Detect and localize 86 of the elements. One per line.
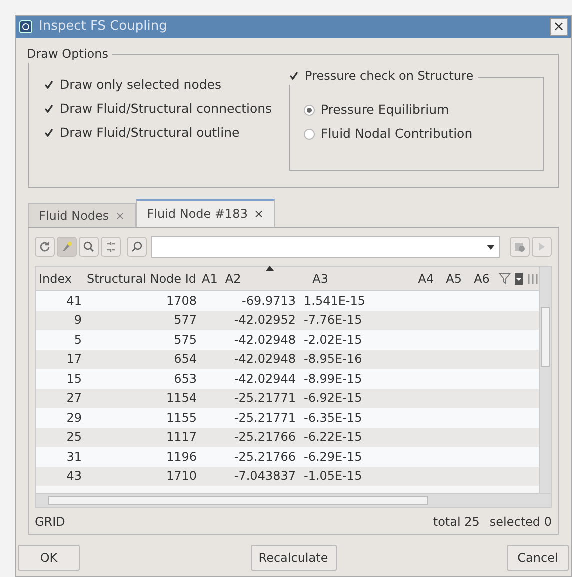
dialog-button[interactable]: Recalculate (250, 545, 336, 571)
table-cell-text: 1196 (165, 448, 198, 466)
selected-count: selected 0 (490, 514, 552, 531)
table-cell-text: 575 (173, 332, 198, 349)
table-cell-text: -25.21766 (233, 448, 297, 466)
table-cell-text: 1117 (165, 429, 198, 446)
radio-label[interactable]: Fluid Nodal Contribution (321, 124, 473, 144)
table-cell-text: 43 (66, 468, 83, 486)
tab-label[interactable]: Fluid Nodes (39, 206, 110, 224)
search-field[interactable] (151, 236, 500, 258)
table-cell-text: -6.92E-15 (303, 390, 364, 408)
checkbox-label[interactable]: Draw only selected nodes (60, 76, 222, 94)
checkbox[interactable] (288, 70, 299, 82)
table-cell-text: -69.9713 (241, 292, 297, 310)
table-cell-text: 17 (66, 351, 83, 368)
checkbox-label[interactable]: Draw Fluid/Structural connections (60, 100, 272, 118)
zoom-icon[interactable] (79, 237, 99, 257)
column-header[interactable]: A6 (471, 270, 499, 288)
search-icon[interactable] (127, 237, 147, 257)
table-cell-text: 653 (173, 370, 198, 388)
table-cell-text: 29 (66, 410, 83, 427)
filter-icon[interactable] (499, 272, 511, 284)
table-cell-text: -8.99E-15 (303, 370, 364, 388)
table-cell-text: -42.02952 (233, 312, 297, 330)
column-header[interactable]: A3 (310, 270, 416, 288)
vertical-scrollbar[interactable] (539, 267, 551, 493)
column-header[interactable]: A2 (222, 270, 310, 288)
table-cell-text: -1.05E-15 (303, 468, 364, 486)
checkbox[interactable] (43, 128, 54, 138)
table-cell-text: 41 (66, 292, 83, 310)
table-cell-text: -42.02948 (233, 351, 297, 368)
table-cell-text: 27 (66, 390, 83, 408)
select-all-icon[interactable] (101, 237, 121, 257)
column-header[interactable]: A1 (199, 270, 222, 288)
tab-label[interactable]: Fluid Node #183 (147, 205, 248, 223)
column-header[interactable]: A5 (443, 270, 472, 288)
table-cell-text: 25 (66, 429, 83, 446)
horizontal-scrollbar[interactable] (36, 493, 551, 507)
refresh-icon[interactable] (35, 237, 55, 257)
table-cell-text: -6.35E-15 (303, 410, 364, 427)
table-cell-text: -42.02944 (233, 370, 297, 388)
table-cell-text: 1.541E-15 (303, 292, 367, 310)
caret-icon[interactable] (515, 272, 523, 284)
status-text: GRID (35, 514, 66, 531)
tab[interactable]: Fluid Node #183 × (136, 199, 276, 227)
table-cell-text: 5 (73, 332, 83, 349)
table-cell-text: 31 (66, 448, 83, 466)
table-cell-text: -42.02948 (233, 332, 297, 349)
table-cell-text: -6.22E-15 (303, 429, 364, 446)
table-cell-text: -7.043837 (233, 468, 297, 486)
table-cell-text: -2.02E-15 (303, 332, 364, 349)
highlight-icon[interactable] (57, 237, 77, 257)
table-cell-text: -25.21766 (233, 429, 297, 446)
dialog-button[interactable]: OK (18, 545, 80, 571)
table-cell-text: -7.76E-15 (303, 312, 364, 330)
table-cell-text: 15 (66, 370, 83, 388)
radio-button[interactable] (304, 104, 315, 116)
window-title: Inspect FS Coupling (39, 18, 168, 36)
tab[interactable]: Fluid Nodes × (28, 203, 136, 227)
column-header[interactable]: Structural Node Id (84, 270, 200, 288)
app-icon (19, 20, 33, 34)
table-cell-text: -25.21771 (233, 390, 297, 408)
table-cell-text: 1710 (165, 468, 198, 486)
table-cell-text: 577 (173, 312, 198, 330)
radio-label[interactable]: Pressure Equilibrium (321, 100, 450, 120)
table-cell-text: 1708 (165, 292, 198, 310)
table-cell-text: 1155 (165, 410, 198, 427)
table-cell-text: 9 (73, 312, 83, 330)
column-header[interactable]: A4 (415, 270, 444, 288)
checkbox-label[interactable]: Pressure check on Structure (305, 67, 474, 85)
table-cell-text: -8.95E-16 (303, 351, 364, 368)
table-cell-text: -6.29E-15 (303, 448, 364, 466)
radio-button[interactable] (304, 128, 315, 140)
close-button[interactable]: × (550, 18, 568, 36)
column-header[interactable]: Index (36, 270, 84, 288)
table-cell-text: 1154 (165, 390, 198, 408)
table-cell-text: 654 (173, 351, 198, 368)
checkbox[interactable] (43, 80, 54, 90)
caret-icon[interactable] (487, 244, 495, 250)
total-count: total 25 (433, 514, 480, 531)
table-cell-text: -25.21771 (233, 410, 297, 427)
checkbox-label[interactable]: Draw Fluid/Structural outline (60, 124, 240, 142)
checkbox[interactable] (43, 104, 54, 114)
close-icon[interactable]: × (254, 205, 264, 223)
dialog-button[interactable]: Cancel (507, 545, 569, 571)
export-icon[interactable] (510, 237, 530, 257)
